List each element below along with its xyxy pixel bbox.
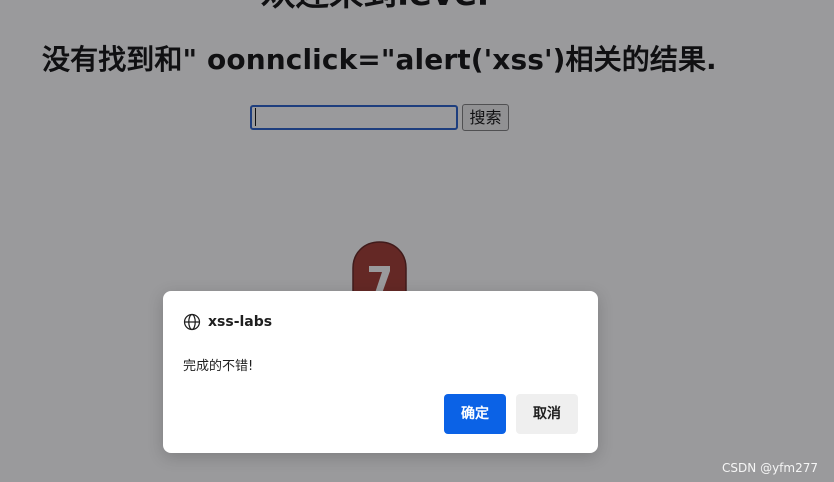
cancel-button[interactable]: 取消 [516, 394, 578, 434]
dialog-origin-title: xss-labs [208, 314, 273, 330]
dialog-header: xss-labs [183, 312, 272, 332]
watermark: CSDN @yfm277 [722, 461, 818, 475]
alert-dialog: xss-labs 完成的不错! 确定 取消 [163, 291, 598, 453]
dialog-message: 完成的不错! [183, 359, 254, 374]
globe-icon [183, 313, 201, 331]
ok-button[interactable]: 确定 [444, 394, 506, 434]
